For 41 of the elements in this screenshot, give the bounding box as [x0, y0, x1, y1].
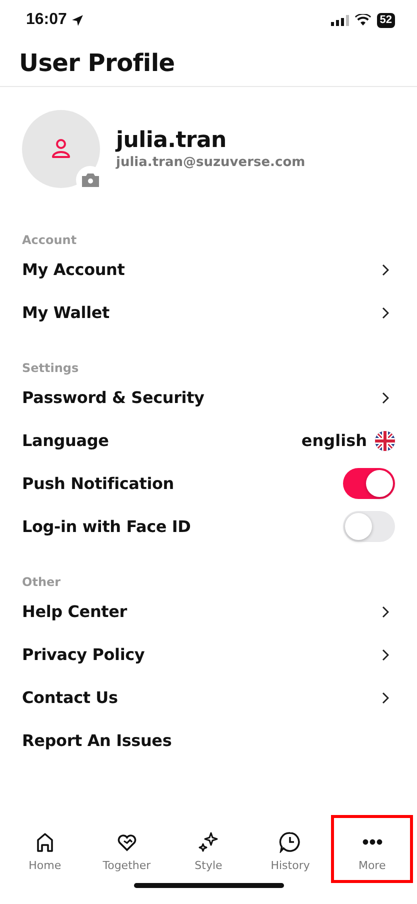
menu-item[interactable]: Privacy Policy — [22, 645, 145, 664]
section-heading: Account — [22, 232, 78, 248]
chevron-right-icon — [382, 264, 389, 276]
menu-item[interactable]: Contact Us — [22, 688, 118, 707]
username: julia.tran — [116, 128, 228, 153]
menu-item[interactable]: Report An Issues — [22, 731, 172, 750]
menu-item[interactable]: My Account — [22, 260, 125, 279]
menu-item[interactable]: Push Notification — [22, 474, 174, 493]
tab-item[interactable]: Together — [86, 815, 168, 883]
toggle-switch[interactable] — [343, 468, 395, 499]
page-title: User Profile — [19, 48, 176, 79]
wifi-icon — [354, 14, 371, 26]
camera-icon[interactable] — [82, 173, 98, 187]
clock-icon — [279, 831, 302, 853]
menu-item[interactable]: Log-in with Face ID — [22, 517, 191, 536]
tab-item[interactable]: Home — [4, 815, 86, 883]
menu-item[interactable]: Language — [22, 431, 109, 450]
uk-flag-icon — [375, 430, 395, 450]
battery-icon: 52 — [376, 12, 395, 28]
signal-icon — [330, 14, 349, 26]
more-icon — [362, 839, 383, 845]
chevron-right-icon — [382, 606, 389, 618]
chevron-right-icon — [382, 692, 389, 704]
sparkle-icon — [197, 831, 220, 853]
location-arrow-icon — [70, 14, 84, 26]
menu-item[interactable]: Password & Security — [22, 388, 204, 407]
tab-item[interactable]: History — [249, 815, 332, 883]
email-address: julia.tran@suzuverse.com — [116, 155, 306, 170]
clock-time: 16:07 — [26, 11, 67, 29]
tab-item[interactable]: Style — [168, 815, 250, 883]
tab-item[interactable]: More — [331, 815, 413, 883]
chevron-right-icon — [382, 648, 389, 660]
person-icon — [49, 137, 73, 161]
chevron-right-icon — [382, 392, 389, 404]
toggle-switch[interactable] — [343, 511, 395, 542]
section-heading: Settings — [22, 360, 80, 376]
menu-item[interactable]: Help Center — [22, 602, 127, 621]
section-heading: Other — [22, 574, 62, 590]
chevron-right-icon — [382, 306, 389, 318]
language-value: english — [301, 431, 367, 450]
menu-item[interactable]: My Wallet — [22, 303, 110, 322]
